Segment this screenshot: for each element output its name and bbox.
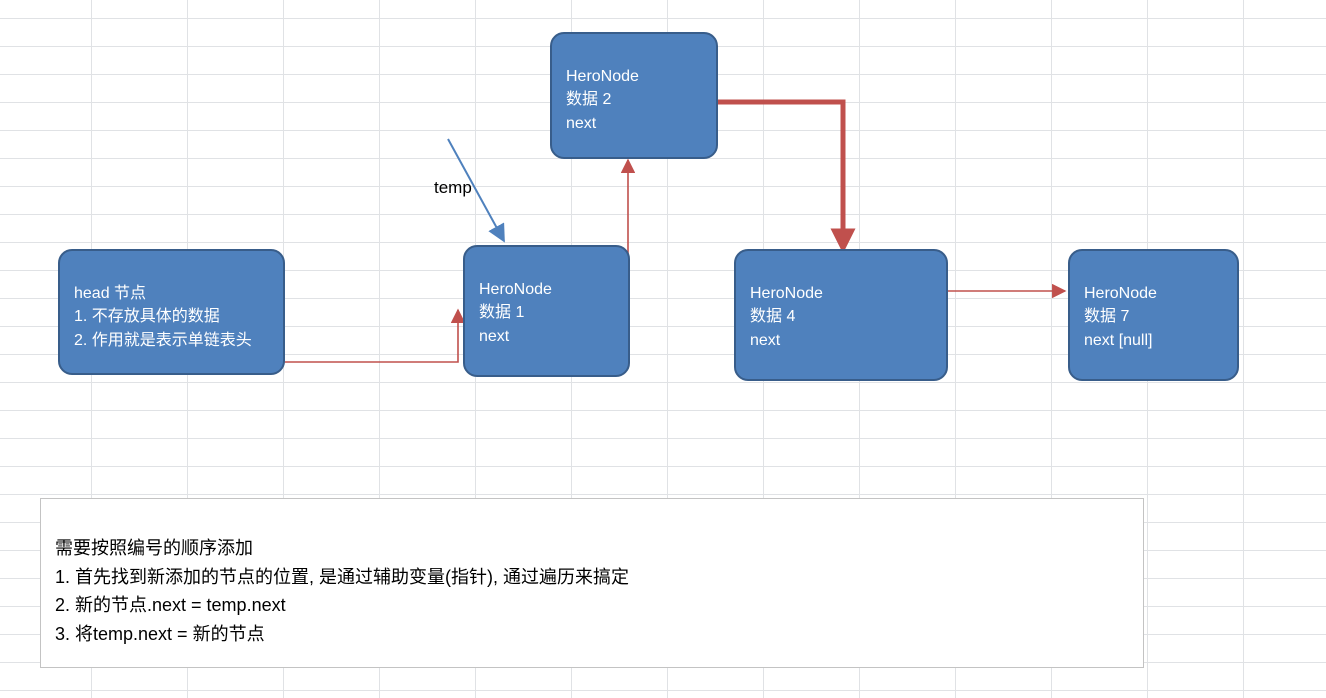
node-n1: HeroNode 数据 1 next (463, 245, 630, 377)
node-n2: HeroNode 数据 2 next (550, 32, 718, 159)
temp-label-text: temp (434, 178, 472, 197)
node-n1-text: HeroNode 数据 1 next (479, 281, 552, 344)
temp-label: temp (434, 178, 472, 198)
node-n4-text: HeroNode 数据 4 next (750, 285, 823, 348)
node-head-text: head 节点 1. 不存放具体的数据 2. 作用就是表示单链表头 (74, 285, 252, 348)
node-n4: HeroNode 数据 4 next (734, 249, 948, 381)
explanation-text: 需要按照编号的顺序添加 1. 首先找到新添加的节点的位置, 是通过辅助变量(指针… (55, 538, 629, 644)
node-n7-text: HeroNode 数据 7 next [null] (1084, 285, 1157, 348)
node-head: head 节点 1. 不存放具体的数据 2. 作用就是表示单链表头 (58, 249, 285, 375)
explanation-box: 需要按照编号的顺序添加 1. 首先找到新添加的节点的位置, 是通过辅助变量(指针… (40, 498, 1144, 668)
node-n2-text: HeroNode 数据 2 next (566, 68, 639, 131)
node-n7: HeroNode 数据 7 next [null] (1068, 249, 1239, 381)
